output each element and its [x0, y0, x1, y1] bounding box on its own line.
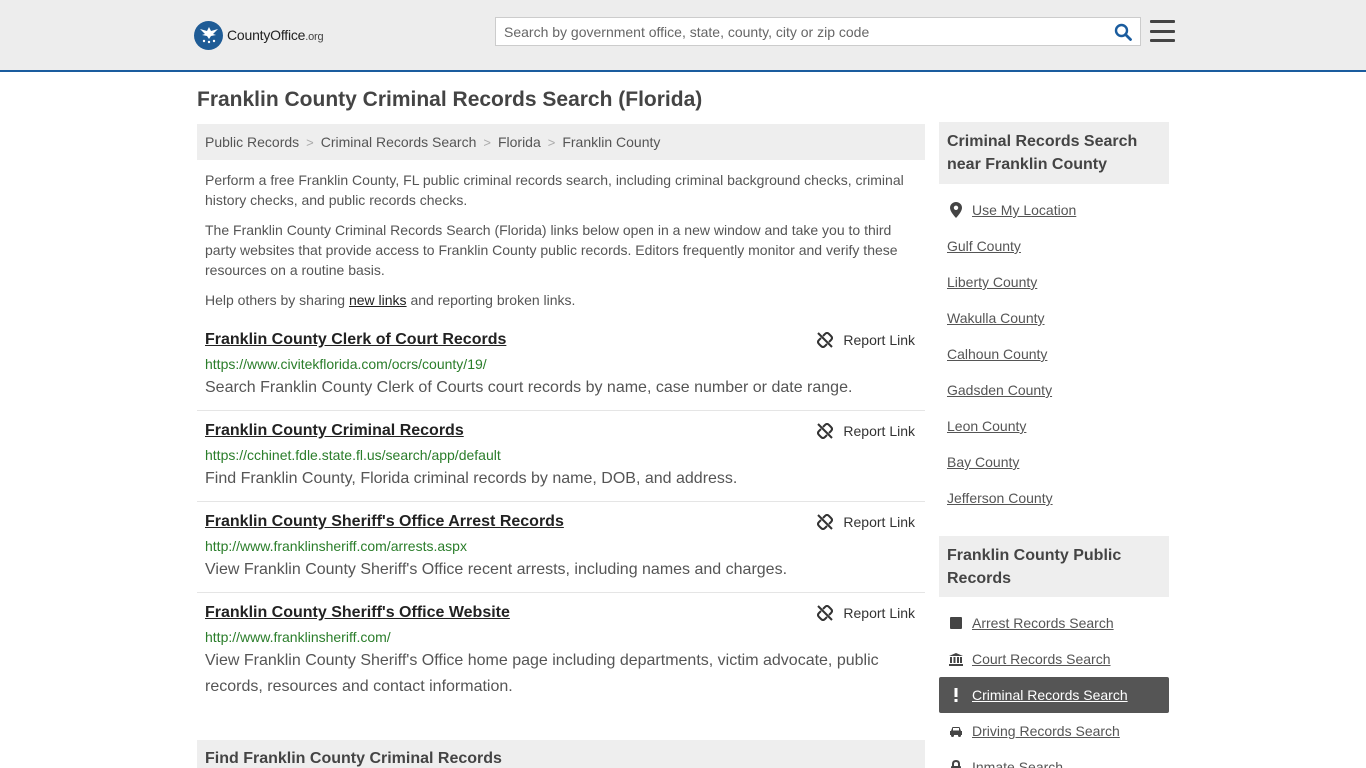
nearby-county-link[interactable]: Gadsden County [947, 382, 1052, 398]
exclamation-icon [948, 688, 964, 702]
nearby-county-link[interactable]: Leon County [947, 418, 1026, 434]
public-records-heading: Franklin County Public Records [939, 536, 1169, 597]
eagle-logo-icon [194, 20, 223, 50]
link-description: Search Franklin County Clerk of Courts c… [205, 379, 853, 396]
search-button[interactable] [1112, 21, 1134, 43]
link-title[interactable]: Franklin County Sheriff's Office Website [205, 604, 510, 622]
find-records-heading: Find Franklin County Criminal Records [205, 750, 502, 767]
link-title[interactable]: Franklin County Criminal Records [205, 422, 464, 440]
link-description: View Franklin County Sheriff's Office ho… [205, 652, 879, 695]
sidebar-item-driving-records[interactable]: Driving Records Search [939, 713, 1169, 749]
link-title[interactable]: Franklin County Sheriff's Office Arrest … [205, 513, 564, 531]
link-url: http://www.franklinsheriff.com/ [205, 629, 391, 645]
sidebar-item-criminal-records[interactable]: Criminal Records Search [939, 677, 1169, 713]
link-url: http://www.franklinsheriff.com/arrests.a… [205, 538, 467, 554]
use-my-location-link[interactable]: Use My Location [972, 202, 1076, 218]
intro-paragraph-3: Help others by sharing new links and rep… [205, 292, 576, 308]
find-records-section: Find Franklin County Criminal Records [197, 740, 925, 768]
site-logo[interactable]: CountyOffice.org [194, 20, 324, 50]
nearby-county-link[interactable]: Liberty County [947, 274, 1037, 290]
courthouse-icon [948, 652, 964, 666]
logo-text: CountyOffice.org [227, 27, 324, 43]
search-input[interactable] [496, 18, 1106, 45]
broken-link-icon [817, 423, 834, 439]
nearby-county-link[interactable]: Calhoun County [947, 346, 1047, 362]
nearby-county-link[interactable]: Bay County [947, 454, 1019, 470]
breadcrumb-public-records[interactable]: Public Records [205, 134, 299, 150]
search-box [495, 17, 1141, 46]
breadcrumb-criminal-records-search[interactable]: Criminal Records Search [321, 134, 477, 150]
lock-icon [948, 760, 964, 768]
sidebar-item-court-records[interactable]: Court Records Search [939, 641, 1169, 677]
link-item: Franklin County Clerk of Court Records R… [197, 331, 925, 411]
breadcrumb-separator: > [483, 134, 491, 150]
page-title: Franklin County Criminal Records Search … [197, 88, 703, 111]
hamburger-menu-icon[interactable] [1150, 19, 1175, 43]
use-my-location[interactable]: Use My Location [939, 192, 1169, 228]
link-item: Franklin County Sheriff's Office Arrest … [197, 513, 925, 593]
broken-link-icon [817, 605, 834, 621]
link-title[interactable]: Franklin County Clerk of Court Records [205, 331, 506, 349]
broken-link-icon [817, 514, 834, 530]
sidebar-item-arrest-records[interactable]: Arrest Records Search [939, 605, 1169, 641]
link-item: Franklin County Criminal Records Report … [197, 422, 925, 502]
link-item: Franklin County Sheriff's Office Website… [197, 604, 925, 708]
link-description: View Franklin County Sheriff's Office re… [205, 561, 788, 578]
search-icon [1114, 23, 1132, 41]
report-link-button[interactable]: Report Link [817, 423, 915, 439]
link-url: https://www.civitekflorida.com/ocrs/coun… [205, 356, 487, 372]
nearby-county-link[interactable]: Jefferson County [947, 490, 1053, 506]
car-icon [948, 726, 964, 737]
intro-paragraph-2: The Franklin County Criminal Records Sea… [205, 222, 898, 278]
link-description: Find Franklin County, Florida criminal r… [205, 470, 738, 487]
broken-link-icon [817, 332, 834, 348]
breadcrumb-franklin-county[interactable]: Franklin County [562, 134, 660, 150]
report-link-button[interactable]: Report Link [817, 514, 915, 530]
sidebar-item-inmate-search[interactable]: Inmate Search [939, 749, 1169, 768]
square-icon [948, 617, 964, 629]
new-links-link[interactable]: new links [349, 292, 407, 308]
nearby-heading: Criminal Records Search near Franklin Co… [939, 122, 1169, 184]
breadcrumb-separator: > [547, 134, 556, 150]
breadcrumb-florida[interactable]: Florida [498, 134, 541, 150]
site-header: CountyOffice.org [0, 0, 1366, 72]
breadcrumb: Public Records > Criminal Records Search… [197, 124, 925, 160]
nearby-county-link[interactable]: Wakulla County [947, 310, 1045, 326]
map-pin-icon [948, 202, 964, 218]
intro-paragraph-1: Perform a free Franklin County, FL publi… [205, 172, 904, 208]
link-url: https://cchinet.fdle.state.fl.us/search/… [205, 447, 501, 463]
breadcrumb-separator: > [306, 134, 314, 150]
report-link-button[interactable]: Report Link [817, 605, 915, 621]
report-link-button[interactable]: Report Link [817, 332, 915, 348]
nearby-county-link[interactable]: Gulf County [947, 238, 1021, 254]
